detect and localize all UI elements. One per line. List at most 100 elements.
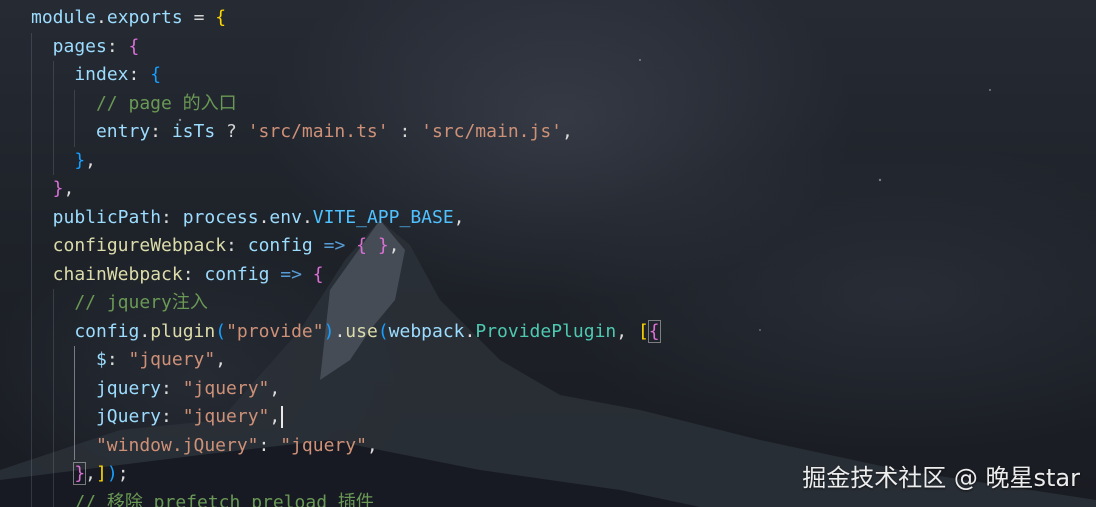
code-token: => (269, 263, 313, 285)
code-line-content: }, (31, 178, 75, 199)
code-line[interactable]: index: { (0, 61, 1096, 90)
code-line-content: chainWebpack: config => { (31, 264, 324, 285)
code-line[interactable]: module.exports = { (0, 4, 1096, 33)
code-line-content: $: "jquery", (31, 349, 226, 370)
indent-guide (31, 289, 32, 318)
code-token: 'src/main.js' (421, 121, 563, 142)
indent-guide (52, 403, 54, 432)
code-token: // jquery注入 (74, 292, 208, 313)
code-token: { (128, 35, 140, 57)
code-token: // page 的入口 (95, 92, 237, 114)
code-token: "jquery" (128, 349, 216, 370)
code-line-content: configureWebpack: config => { }, (31, 235, 400, 256)
code-line[interactable]: config.plugin("provide").use(webpack.Pro… (0, 317, 1096, 346)
indent-guide (52, 346, 54, 375)
code-token: { (150, 64, 162, 85)
indent-guide (52, 488, 54, 507)
code-token: { (647, 319, 661, 343)
code-token: entry (95, 121, 151, 142)
code-token: "jquery" (182, 406, 270, 427)
indent-guide (31, 61, 32, 90)
code-token: 'src/main.ts' (247, 121, 389, 142)
indent-guide (31, 175, 32, 204)
code-line-content: index: { (31, 64, 161, 85)
code-line[interactable]: pages: { (0, 32, 1096, 61)
code-token: index (74, 64, 129, 85)
code-token: , (85, 463, 96, 484)
code-line[interactable]: // page 的入口 (0, 89, 1096, 118)
code-token: . (464, 320, 476, 342)
indent-guide (31, 460, 32, 489)
code-token: ? (215, 121, 248, 142)
code-line-content: }, (31, 150, 96, 171)
code-token: // 移除 prefetch preload 插件 (74, 491, 374, 507)
code-token: : (226, 235, 248, 256)
indent-guide (31, 374, 32, 403)
code-token: . (334, 320, 346, 342)
code-area[interactable]: module.exports = { pages: { index: { // pag… (0, 4, 1096, 507)
indent-guide (52, 61, 54, 90)
code-token: : (161, 377, 183, 399)
code-line-content: publicPath: process.env.VITE_APP_BASE, (31, 207, 465, 228)
code-token: config (204, 263, 270, 285)
code-line[interactable]: jquery: "jquery", (0, 374, 1096, 403)
code-editor[interactable]: module.exports = { pages: { index: { // pag… (0, 0, 1096, 507)
code-line-content: config.plugin("provide").use(webpack.Pro… (31, 319, 661, 343)
code-token: , (269, 377, 281, 399)
indent-guide (52, 374, 54, 403)
code-token: => (312, 235, 357, 256)
indent-guide (31, 203, 32, 232)
code-token: ( (377, 320, 389, 342)
code-line[interactable]: configureWebpack: config => { }, (0, 232, 1096, 261)
code-token: env (269, 206, 302, 228)
code-line[interactable]: }, (0, 146, 1096, 175)
code-token: : (258, 434, 281, 456)
code-token: : (106, 35, 129, 57)
code-line-content: jquery: "jquery", (31, 378, 280, 399)
indent-guide (52, 118, 54, 147)
code-token: config (247, 235, 313, 256)
code-token: ] (96, 463, 107, 484)
code-line-content: // page 的入口 (31, 93, 237, 114)
code-token: , (63, 178, 75, 199)
code-token: , (269, 406, 281, 427)
code-token: exports (106, 7, 183, 28)
code-line-content: // 移除 prefetch preload 插件 (31, 492, 374, 507)
indent-guide (52, 146, 54, 175)
indent-guide (52, 317, 54, 346)
code-line[interactable]: // jquery注入 (0, 289, 1096, 318)
code-token: { (215, 7, 227, 28)
code-token: VITE_APP_BASE (312, 206, 454, 228)
code-token: ProvidePlugin (475, 320, 617, 342)
code-line[interactable]: "window.jQuery": "jquery", (0, 431, 1096, 460)
code-token: , (616, 320, 638, 342)
indent-guide (31, 146, 32, 175)
code-line[interactable]: entry: isTs ? 'src/main.ts' : 'src/main.… (0, 118, 1096, 147)
code-line[interactable]: $: "jquery", (0, 346, 1096, 375)
code-token: : (128, 64, 151, 85)
code-token: ) (323, 320, 335, 342)
indent-guide (31, 403, 32, 432)
code-token: } (74, 149, 86, 171)
code-line-content: module.exports = { (31, 7, 226, 28)
code-line-content: },]); (31, 462, 129, 485)
code-line[interactable]: }, (0, 175, 1096, 204)
indent-guide (31, 32, 32, 61)
code-token: use (345, 320, 378, 342)
code-line[interactable]: chainWebpack: config => { (0, 260, 1096, 289)
code-line[interactable]: jQuery: "jquery", (0, 403, 1096, 432)
code-token: , (562, 121, 573, 142)
code-token: : (161, 206, 183, 228)
code-line[interactable]: publicPath: process.env.VITE_APP_BASE, (0, 203, 1096, 232)
indent-guide (31, 317, 32, 346)
indent-guide (31, 488, 32, 507)
code-token: module (31, 7, 97, 28)
indent-guide (74, 431, 76, 460)
code-token: . (96, 7, 107, 28)
code-line-content: entry: isTs ? 'src/main.ts' : 'src/main.… (31, 121, 573, 142)
code-token: . (301, 206, 313, 228)
code-token: . (139, 320, 151, 342)
code-token: { (356, 235, 367, 256)
indent-guide (52, 431, 54, 460)
